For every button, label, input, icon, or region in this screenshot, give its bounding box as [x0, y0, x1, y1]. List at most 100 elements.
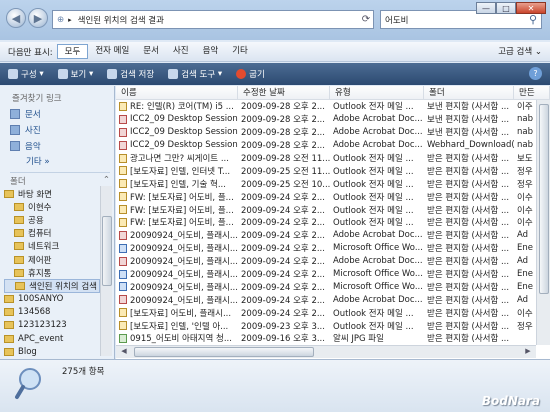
filter-tab-pictures[interactable]: 사진 — [166, 44, 196, 59]
table-row[interactable]: 20090924_어도비, 플래시... 2009-09-24 오후 2... Ad… — [116, 293, 550, 306]
table-row[interactable]: ICC2_09 Desktop Session... 2009-09-28 오후 … — [116, 126, 550, 139]
cell-type: Outlook 전자 메일 ... — [333, 205, 414, 216]
table-row[interactable]: [보도자료] 인텔, '인텔 아... 2009-09-23 오후 3... Out… — [116, 319, 550, 332]
table-row[interactable]: ICC2_09 Desktop Session 2009-09-28 오후 2..… — [116, 139, 550, 152]
favorite-documents[interactable]: 문서 — [10, 108, 41, 120]
favorite-pictures[interactable]: 사진 — [10, 124, 41, 136]
column-type[interactable]: 유형 — [330, 86, 424, 99]
back-button[interactable]: ◀ — [6, 8, 26, 28]
filter-tab-all[interactable]: 모두 — [56, 44, 89, 59]
folder-tree-item[interactable]: 123123123 — [4, 319, 100, 332]
table-row[interactable]: 광고나면 그만? 씨게이트 ... 2009-09-28 오전 11... Outl… — [116, 152, 550, 165]
column-author[interactable]: 만든 — [514, 86, 550, 99]
cell-date: 2009-09-28 오후 2... — [241, 115, 325, 126]
folder-tree-item[interactable]: Blog — [4, 345, 100, 358]
folder-icon — [4, 321, 14, 330]
folder-tree-item[interactable]: 134568 — [4, 306, 100, 319]
table-row[interactable]: ICC2_09 Desktop Session... 2009-09-28 오후 … — [116, 113, 550, 126]
organize-label: 구성 — [21, 70, 37, 80]
filter-tab-email[interactable]: 전자 메일 — [88, 44, 136, 59]
cell-folder: 받은 편지함 (사서함 ... — [427, 295, 510, 306]
column-name[interactable]: 이름 — [116, 86, 238, 99]
filter-tab-documents[interactable]: 문서 — [136, 44, 166, 59]
scroll-thumb[interactable] — [539, 104, 549, 294]
table-row[interactable]: [보도자료] 인텔, 인터넷 T... 2009-09-25 오전 11... Ou… — [116, 164, 550, 177]
table-row[interactable]: 20090924_어도비, 플래시... 2009-09-24 오후 2... Mi… — [116, 242, 550, 255]
column-folder[interactable]: 폴더 — [424, 86, 514, 99]
favorite-music[interactable]: 음악 — [10, 140, 41, 152]
table-row[interactable]: 20090924_어도비, 플래시... 2009-09-24 오후 2... Mi… — [116, 268, 550, 281]
table-row[interactable]: FW: [보도자료] 어도비, 플... 2009-09-24 오후 2... Ou… — [116, 203, 550, 216]
cell-name: 20090924_어도비, 플래시... — [116, 242, 238, 254]
minimize-button[interactable]: — — [476, 2, 496, 14]
cell-folder: 받은 편지함 (사서함 ... — [427, 166, 510, 177]
cell-name: 20090924_어도비, 플래시... — [116, 229, 238, 241]
pdf-file-icon — [119, 127, 127, 137]
advanced-search-button[interactable]: 고급 검색 ⌄ — [498, 45, 542, 57]
folder-tree-item[interactable]: 100SANYO — [4, 293, 100, 306]
folder-tree-item[interactable]: 공용 — [4, 213, 100, 226]
address-bar[interactable]: ⊕ ▸ 색인된 위치의 검색 결과 — [52, 10, 374, 29]
cell-folder: Webhard_Download(... — [427, 140, 514, 151]
scroll-left-icon[interactable]: ◀ — [118, 347, 130, 357]
cell-name: [보도자료] 인텔, '인텔 아... — [116, 320, 238, 332]
cell-date: 2009-09-24 오후 2... — [241, 244, 325, 255]
folder-tree-item[interactable]: 이현수 — [4, 200, 100, 213]
file-list-scrollbar[interactable] — [536, 100, 550, 345]
search-icon[interactable]: ⚲ — [529, 13, 537, 26]
explorer-window: ◀ ▶ ⊕ ▸ 색인된 위치의 검색 결과 ⟳ 어도비 ⚲ — □ ✕ 다음만 … — [0, 0, 550, 412]
cell-date: 2009-09-16 오후 3... — [241, 334, 325, 345]
scroll-thumb[interactable] — [102, 216, 112, 286]
save-search-button[interactable]: 검색 저장 — [107, 68, 154, 80]
details-pane: 275개 항목 BodNara — [0, 359, 550, 412]
folder-tree-item[interactable]: 바탕 화면 — [4, 187, 100, 200]
cell-name: [보도자료] 어도비, 플래시... — [116, 307, 238, 319]
folder-tree-item[interactable]: 제어판 — [4, 253, 100, 266]
table-row[interactable]: [보도자료] 인텔, 기술 혁... 2009-09-25 오전 10... Out… — [116, 177, 550, 190]
folder-tree-item[interactable]: APC_event — [4, 332, 100, 345]
filter-tab-other[interactable]: 기타 — [225, 44, 255, 59]
search-tools-button[interactable]: 검색 도구 ▾ — [168, 68, 222, 80]
documents-icon — [10, 109, 20, 119]
cell-folder: 받은 편지함 (사서함 ... — [427, 218, 510, 229]
cell-type: Microsoft Office Wo... — [333, 243, 423, 254]
table-row[interactable]: 0915_어도비 아태지역 청... 2009-09-16 오후 3... 알씨 J… — [116, 332, 550, 345]
more-links-button[interactable]: 기타 » — [26, 155, 50, 167]
folder-tree-item[interactable]: 휴지통 — [4, 266, 100, 279]
favorite-label: 문서 — [25, 110, 41, 120]
folder-tree-item[interactable]: 컴퓨터 — [4, 227, 100, 240]
file-list-hscrollbar[interactable]: ◀ ▶ — [116, 345, 536, 358]
cell-type: Outlook 전자 메일 ... — [333, 321, 414, 332]
organize-button[interactable]: 구성 ▾ — [8, 68, 44, 80]
folders-header[interactable]: 폴더 ⌃ — [10, 172, 110, 187]
breadcrumb[interactable]: 색인된 위치의 검색 결과 — [78, 14, 164, 26]
close-button[interactable]: ✕ — [516, 2, 546, 14]
doc-file-icon — [119, 282, 127, 292]
table-row[interactable]: RE: 인텔(R) 코어(TM) i5 ... 2009-09-28 오후 2..… — [116, 100, 550, 113]
filter-tab-music[interactable]: 음악 — [196, 44, 226, 59]
folder-tree-item[interactable]: 색인된 위치의 검색 — [4, 279, 100, 293]
help-button[interactable]: ? — [529, 67, 542, 80]
table-row[interactable]: 20090924_어도비, 플래시... 2009-09-24 오후 2... Mi… — [116, 280, 550, 293]
scroll-right-icon[interactable]: ▶ — [522, 347, 534, 357]
refresh-button[interactable]: ⟳ — [358, 10, 374, 29]
pdf-file-icon — [119, 295, 127, 305]
folder-tree-scrollbar[interactable] — [100, 186, 112, 356]
table-row[interactable]: [보도자료] 어도비, 플래시... 2009-09-24 오후 2... Outl… — [116, 306, 550, 319]
hscroll-thumb[interactable] — [134, 347, 314, 357]
folder-tree-item[interactable]: 네트워크 — [4, 240, 100, 253]
maximize-button[interactable]: □ — [496, 2, 516, 14]
folder-icon — [4, 347, 14, 356]
cell-name: [보도자료] 인텔, 인터넷 T... — [116, 165, 238, 177]
table-row[interactable]: 20090924_어도비, 플래시... 2009-09-24 오후 2... Ad… — [116, 229, 550, 242]
doc-file-icon — [119, 269, 127, 279]
cell-folder: 받은 편지함 (사서함 ... — [427, 308, 510, 319]
view-button[interactable]: 보기 ▾ — [57, 68, 93, 80]
table-row[interactable]: FW: [보도자료] 어도비, 플... 2009-09-24 오후 2... Ou… — [116, 216, 550, 229]
column-date-modified[interactable]: 수정한 날짜 — [238, 86, 330, 99]
table-row[interactable]: FW: [보도자료] 어도비, 플... 2009-09-24 오후 2... Ou… — [116, 190, 550, 203]
burn-button[interactable]: 굽기 — [236, 68, 265, 80]
table-row[interactable]: 20090924_어도비, 플래시... 2009-09-24 오후 2... Ad… — [116, 255, 550, 268]
forward-button[interactable]: ▶ — [28, 8, 48, 28]
file-name: FW: [보도자료] 어도비, 플... — [130, 218, 234, 229]
